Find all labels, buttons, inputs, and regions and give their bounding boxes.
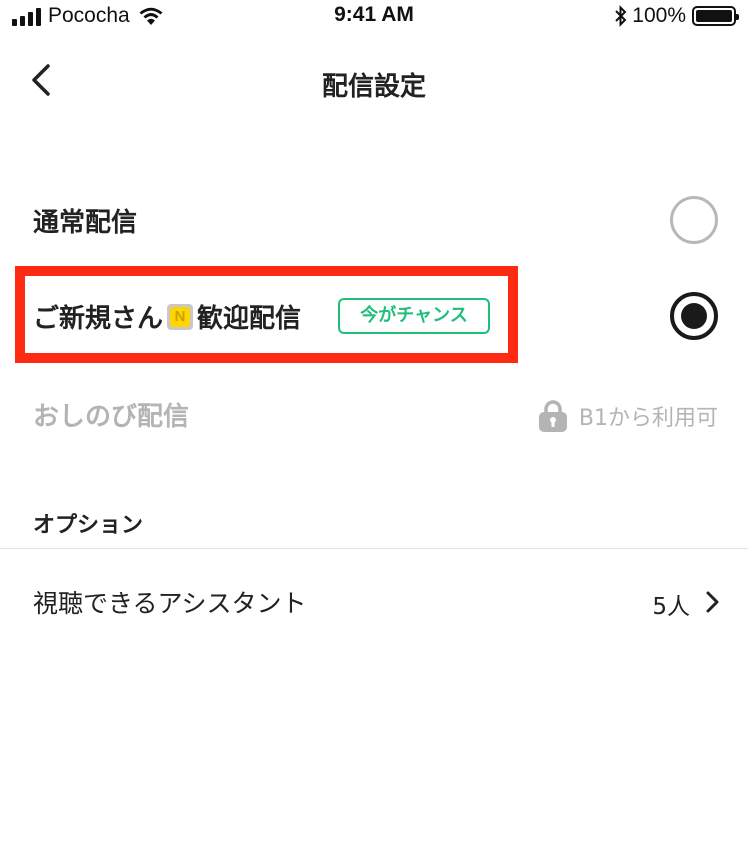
option-normal-radio[interactable] — [670, 196, 718, 244]
battery-percent: 100% — [632, 4, 686, 27]
chevron-right-icon — [706, 591, 719, 613]
assistant-label: 視聴できるアシスタント — [33, 589, 307, 618]
lock-info: B1から利用可 — [535, 398, 718, 434]
newcomer-n-badge: N — [167, 304, 194, 330]
bluetooth-icon — [615, 5, 627, 27]
status-bar: Pococha 9:41 AM 100% — [0, 0, 748, 34]
chance-tag: 今がチャンス — [338, 298, 490, 334]
battery-icon — [692, 6, 739, 26]
lock-text: B1から利用可 — [578, 406, 718, 431]
option-secret-label: おしのび配信 — [33, 402, 190, 432]
option-newcomer-radio[interactable] — [670, 292, 718, 340]
section-header-options: オプション — [33, 513, 144, 538]
assistant-count: 5人 — [652, 594, 690, 620]
nav-bar: 配信設定 — [0, 52, 748, 110]
status-right: 100% — [614, 4, 739, 28]
option-newcomer-label: ご新規さん N 歓迎配信 — [33, 298, 301, 335]
assistant-row[interactable]: 視聴できるアシスタント 5人 — [0, 570, 748, 634]
n-badge-letter: N — [170, 307, 191, 327]
option-normal-label: 通常配信 — [33, 208, 138, 238]
option-newcomer-label-prefix: ご新規さん — [33, 304, 164, 334]
page-title: 配信設定 — [321, 72, 426, 102]
lock-icon — [538, 400, 567, 432]
divider — [0, 548, 748, 549]
option-newcomer-label-suffix: 歓迎配信 — [197, 304, 302, 334]
option-normal-row[interactable]: 通常配信 — [0, 190, 748, 250]
